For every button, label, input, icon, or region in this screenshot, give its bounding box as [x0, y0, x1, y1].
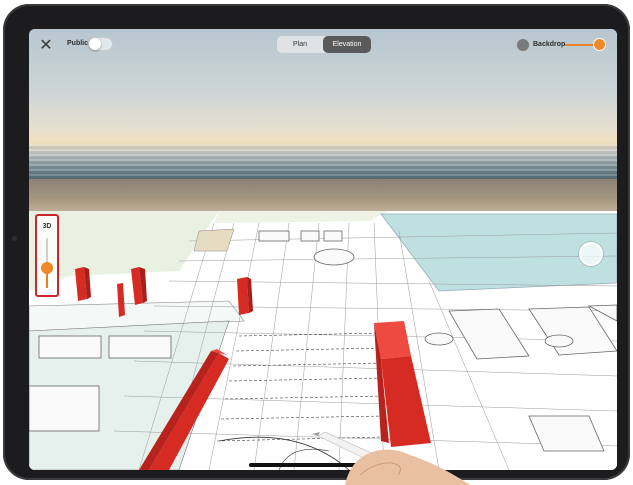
public-label: Public — [67, 40, 89, 47]
beach-sand — [29, 179, 617, 211]
backdrop-slider-thumb[interactable] — [593, 38, 606, 51]
close-icon: ✕ — [39, 37, 53, 54]
close-button[interactable]: ✕ — [37, 37, 55, 55]
public-toggle[interactable] — [88, 37, 113, 51]
backdrop-circle-icon — [517, 39, 529, 51]
ocean-waves — [29, 144, 617, 179]
ipad-frame: ✕ Public Plan Elevation Backdrop 3D — [3, 4, 630, 480]
3d-depth-slider[interactable]: 3D — [35, 214, 59, 297]
home-indicator — [249, 463, 389, 467]
backdrop-slider-track[interactable] — [565, 44, 595, 46]
floor-plan-model[interactable] — [29, 211, 617, 470]
top-toolbar: ✕ Public Plan Elevation Backdrop — [29, 29, 617, 61]
3d-slider-thumb[interactable] — [41, 262, 53, 274]
backdrop-label: Backdrop — [533, 41, 566, 48]
app-screen: ✕ Public Plan Elevation Backdrop 3D — [29, 29, 617, 470]
floor-plan-drawing — [29, 211, 617, 470]
view-mode-segmented-control: Plan Elevation — [277, 36, 371, 53]
tab-plan[interactable]: Plan — [277, 36, 323, 53]
tab-elevation[interactable]: Elevation — [323, 36, 371, 53]
camera-icon — [12, 236, 17, 241]
3d-label: 3D — [42, 223, 52, 230]
capture-button[interactable] — [579, 242, 603, 266]
toggle-knob — [89, 38, 101, 50]
